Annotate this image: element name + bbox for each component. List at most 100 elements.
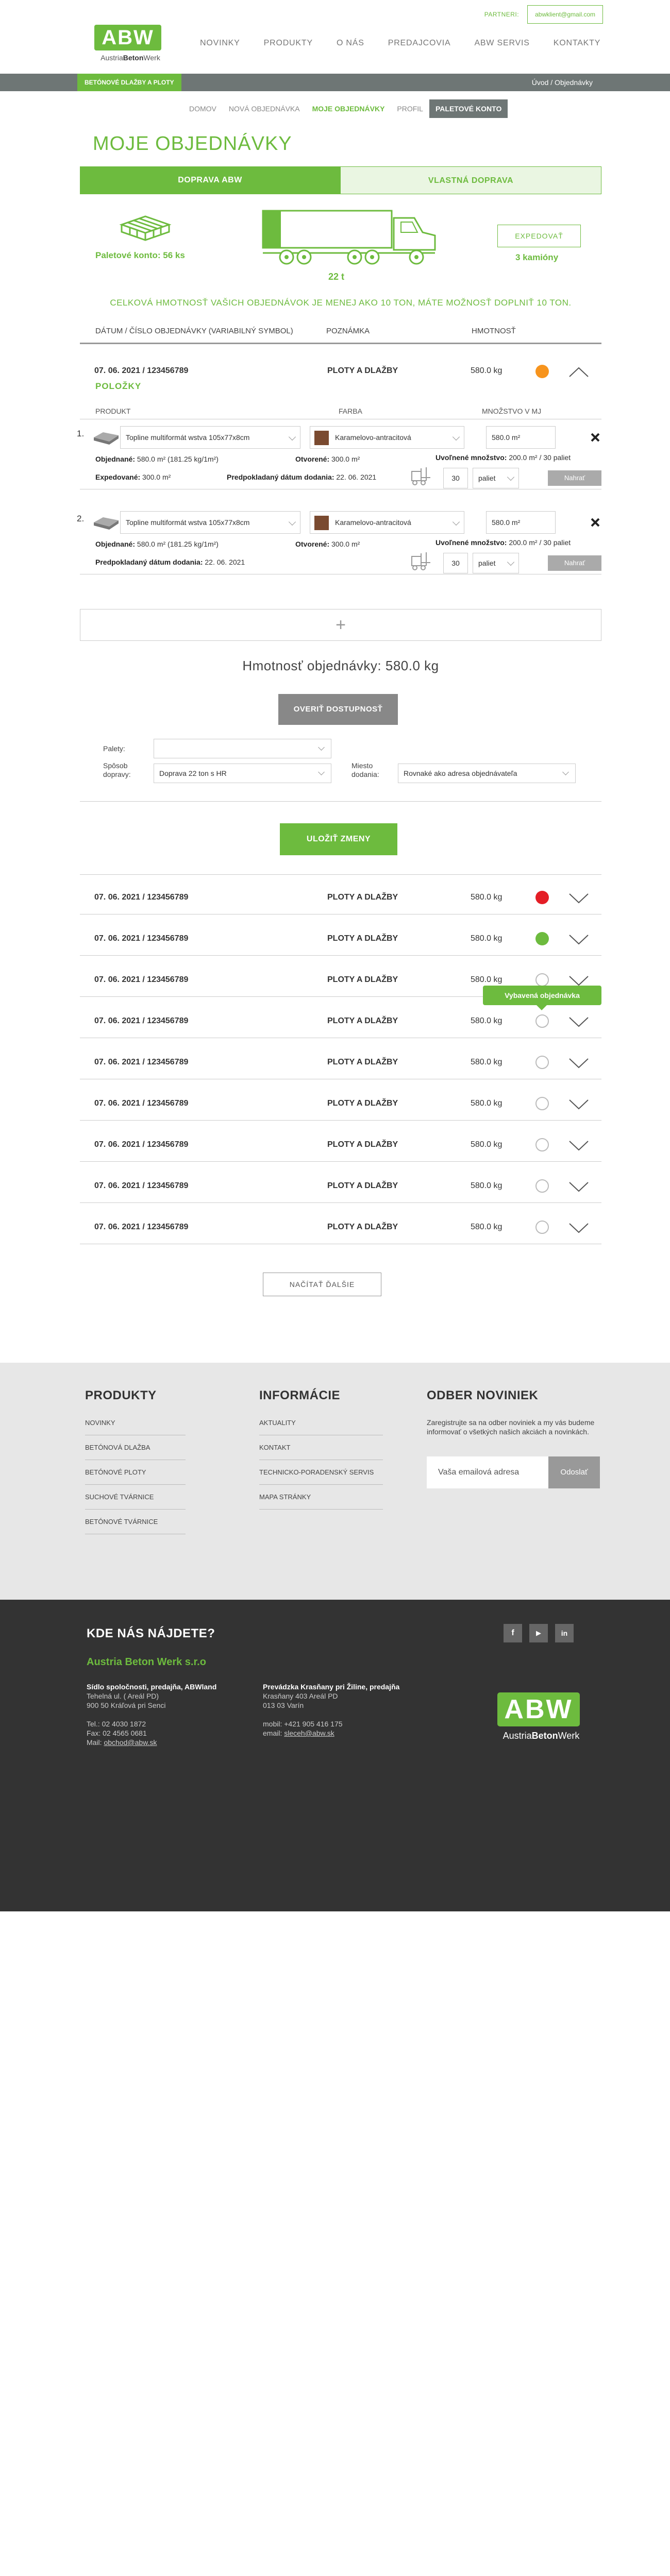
nav-item-novinky[interactable]: NOVINKY	[200, 39, 240, 48]
logo[interactable]: ABW AustriaBetonWerk	[94, 25, 166, 66]
footer-link-suchove-tvarnice[interactable]: SUCHOVÉ TVÁRNICE	[85, 1485, 186, 1510]
order-date: 07. 06. 2021 / 123456789	[94, 1223, 189, 1231]
nav-item-kontakty[interactable]: KONTAKTY	[554, 39, 600, 48]
nav-item-predajcovia[interactable]: PREDAJCOVIA	[388, 39, 451, 48]
hq-mail-link[interactable]: obchod@abw.sk	[104, 1738, 157, 1747]
delivery-date: Predpokladaný dátum dodania: 22. 06. 202…	[95, 558, 245, 566]
release-button[interactable]: Nahrať	[548, 470, 601, 486]
facebook-icon[interactable]: f	[504, 1624, 522, 1642]
footer-link-betonove-ploty[interactable]: BETÓNOVÉ PLOTY	[85, 1460, 186, 1485]
nav-item-produkty[interactable]: PRODUKTY	[264, 39, 313, 48]
chevron-down-icon[interactable]	[568, 934, 589, 945]
footer-link-mapa[interactable]: MAPA STRÁNKY	[259, 1485, 383, 1510]
order-row[interactable]: 07. 06. 2021 / 123456789 PLOTY A DLAŽBY 58…	[80, 1208, 601, 1244]
branch-mail-link[interactable]: sleceh@abw.sk	[284, 1729, 334, 1737]
status-dot[interactable]	[535, 1056, 549, 1069]
subnav-nova-objednavka[interactable]: NOVÁ OBJEDNÁVKA	[223, 99, 306, 118]
footer-logo[interactable]: ABW AustriaBetonWerk	[497, 1692, 585, 1741]
footer-link-kontakt[interactable]: KONTAKT	[259, 1435, 383, 1460]
footer-link-servis[interactable]: TECHNICKO-PORADENSKÝ SERVIS	[259, 1460, 383, 1485]
close-icon[interactable]	[590, 517, 600, 528]
order-row[interactable]: 07. 06. 2021 / 123456789 PLOTY A DLAŽBY 58…	[80, 1167, 601, 1203]
chevron-down-icon[interactable]	[568, 1099, 589, 1110]
order-total-weight: Hmotnosť objednávky: 580.0 kg	[242, 658, 439, 673]
footer-link-betonove-tvarnice[interactable]: BETÓNOVÉ TVÁRNICE	[85, 1510, 186, 1534]
save-changes-button[interactable]: ULOŽIŤ ZMENY	[280, 823, 397, 855]
pallets-select[interactable]	[154, 739, 331, 758]
order-row[interactable]: 07. 06. 2021 / 123456789 PLOTY A DLAŽBY 58…	[80, 1002, 601, 1038]
order-row[interactable]: 07. 06. 2021 / 123456789 PLOTY A DLAŽBY 58…	[80, 878, 601, 914]
pallet-unit-select[interactable]: paliet	[473, 553, 519, 573]
verify-availability-button[interactable]: OVERIŤ DOSTUPNOSŤ	[278, 694, 398, 725]
status-dot[interactable]	[535, 1097, 549, 1110]
order-weight: 580.0 kg	[471, 366, 502, 375]
tab-vlastna-doprava[interactable]: VLASTNÁ DOPRAVA	[340, 166, 601, 194]
account-email-button[interactable]: abwklient@gmail.com	[527, 5, 603, 24]
status-dot[interactable]	[535, 973, 549, 987]
load-more-button[interactable]: NAČÍTAŤ ĎALŠIE	[263, 1273, 381, 1296]
subnav-profil[interactable]: PROFIL	[391, 99, 429, 118]
paving-stone-icon	[94, 517, 119, 530]
breadcrumb[interactable]: Úvod / Objednávky	[532, 74, 593, 91]
expedite-button[interactable]: EXPEDOVAŤ	[497, 225, 581, 247]
status-tooltip: Vybavená objednávka	[483, 986, 601, 1010]
transport-select[interactable]: Doprava 22 ton s HR	[154, 764, 331, 783]
delivery-place-select[interactable]: Rovnaké ako adresa objednávateľa	[398, 764, 576, 783]
newsletter-submit-button[interactable]: Odoslať	[548, 1456, 600, 1488]
tab-doprava-abw[interactable]: DOPRAVA ABW	[80, 166, 340, 194]
product-select[interactable]: Topline multiformát wstva 105x77x8cm	[120, 511, 300, 534]
category-label[interactable]: BETÓNOVÉ DLAŽBY A PLOTY	[77, 74, 181, 91]
pallet-count-input[interactable]: 30	[443, 468, 468, 488]
nav-item-abw-servis[interactable]: ABW SERVIS	[474, 39, 529, 48]
main-nav: NOVINKY PRODUKTY O NÁS PREDAJCOVIA ABW S…	[200, 39, 600, 48]
status-dot[interactable]	[535, 1179, 549, 1193]
pallet-icon	[119, 215, 172, 241]
release-button[interactable]: Nahrať	[548, 555, 601, 571]
open-order-row[interactable]: 07. 06. 2021 / 123456789 PLOTY A DLAŽBY …	[80, 357, 601, 383]
linkedin-icon[interactable]: in	[555, 1624, 574, 1642]
status-dot[interactable]	[535, 1014, 549, 1028]
tons-label: 22 t	[328, 272, 345, 282]
col-product: PRODUKT	[95, 407, 131, 415]
chevron-down-icon[interactable]	[568, 1016, 589, 1028]
pallet-unit-select[interactable]: paliet	[473, 468, 519, 488]
subnav-moje-objednavky[interactable]: MOJE OBJEDNÁVKY	[306, 99, 391, 118]
qty-input[interactable]: 580.0 m²	[486, 511, 556, 534]
pallet-count-input[interactable]: 30	[443, 553, 468, 573]
status-dot[interactable]	[535, 1221, 549, 1234]
newsletter-email-input[interactable]: Vaša emailová adresa	[427, 1456, 548, 1488]
chevron-down-icon[interactable]	[568, 1181, 589, 1193]
chevron-down-icon[interactable]	[568, 1223, 589, 1234]
order-row[interactable]: 07. 06. 2021 / 123456789 PLOTY A DLAŽBY 58…	[80, 1043, 601, 1079]
subnav-paletove-konto[interactable]: PALETOVÉ KONTO	[429, 99, 508, 118]
partners-link[interactable]: PARTNERI:	[484, 11, 519, 18]
product-select[interactable]: Topline multiformát wstva 105x77x8cm	[120, 426, 300, 449]
weight-notice: CELKOVÁ HMOTNOSŤ VAŠICH OBJEDNÁVOK JE ME…	[110, 298, 572, 308]
footer-newsletter-title: ODBER NOVINIEK	[427, 1388, 539, 1402]
transport-label: Spôsob dopravy:	[103, 761, 131, 778]
chevron-down-icon[interactable]	[568, 1140, 589, 1151]
color-select[interactable]: Karamelovo-antracitová	[310, 426, 464, 449]
order-row[interactable]: 07. 06. 2021 / 123456789 PLOTY A DLAŽBY 58…	[80, 1084, 601, 1121]
nav-item-o-nas[interactable]: O NÁS	[337, 39, 364, 48]
released-quantity: Uvoľnené množstvo: 200.0 m² / 30 paliet	[435, 453, 571, 462]
chevron-down-icon[interactable]	[568, 1058, 589, 1069]
color-select[interactable]: Karamelovo-antracitová	[310, 511, 464, 534]
footer-link-aktuality[interactable]: AKTUALITY	[259, 1411, 383, 1435]
order-row[interactable]: 07. 06. 2021 / 123456789 PLOTY A DLAŽBY 58…	[80, 920, 601, 956]
close-icon[interactable]	[590, 432, 600, 443]
footer-link-betonova-dlazba[interactable]: BETÓNOVÁ DLAŽBA	[85, 1435, 186, 1460]
chevron-down-icon[interactable]	[568, 893, 589, 904]
chevron-down-icon[interactable]	[568, 975, 589, 987]
status-dot[interactable]	[535, 1138, 549, 1151]
opened-quantity: Otvorené: 300.0 m²	[295, 540, 360, 548]
add-item-button[interactable]: +	[80, 609, 601, 641]
youtube-icon[interactable]: ▶	[529, 1624, 548, 1642]
order-row[interactable]: 07. 06. 2021 / 123456789 PLOTY A DLAŽBY 58…	[80, 1126, 601, 1162]
order-date: 07. 06. 2021 / 123456789	[94, 893, 189, 902]
subnav-domov[interactable]: DOMOV	[183, 99, 223, 118]
footer-link-novinky[interactable]: NOVINKY	[85, 1411, 186, 1435]
chevron-up-icon[interactable]	[568, 366, 589, 378]
qty-input[interactable]: 580.0 m²	[486, 426, 556, 449]
pallets-label: Palety:	[103, 744, 125, 753]
